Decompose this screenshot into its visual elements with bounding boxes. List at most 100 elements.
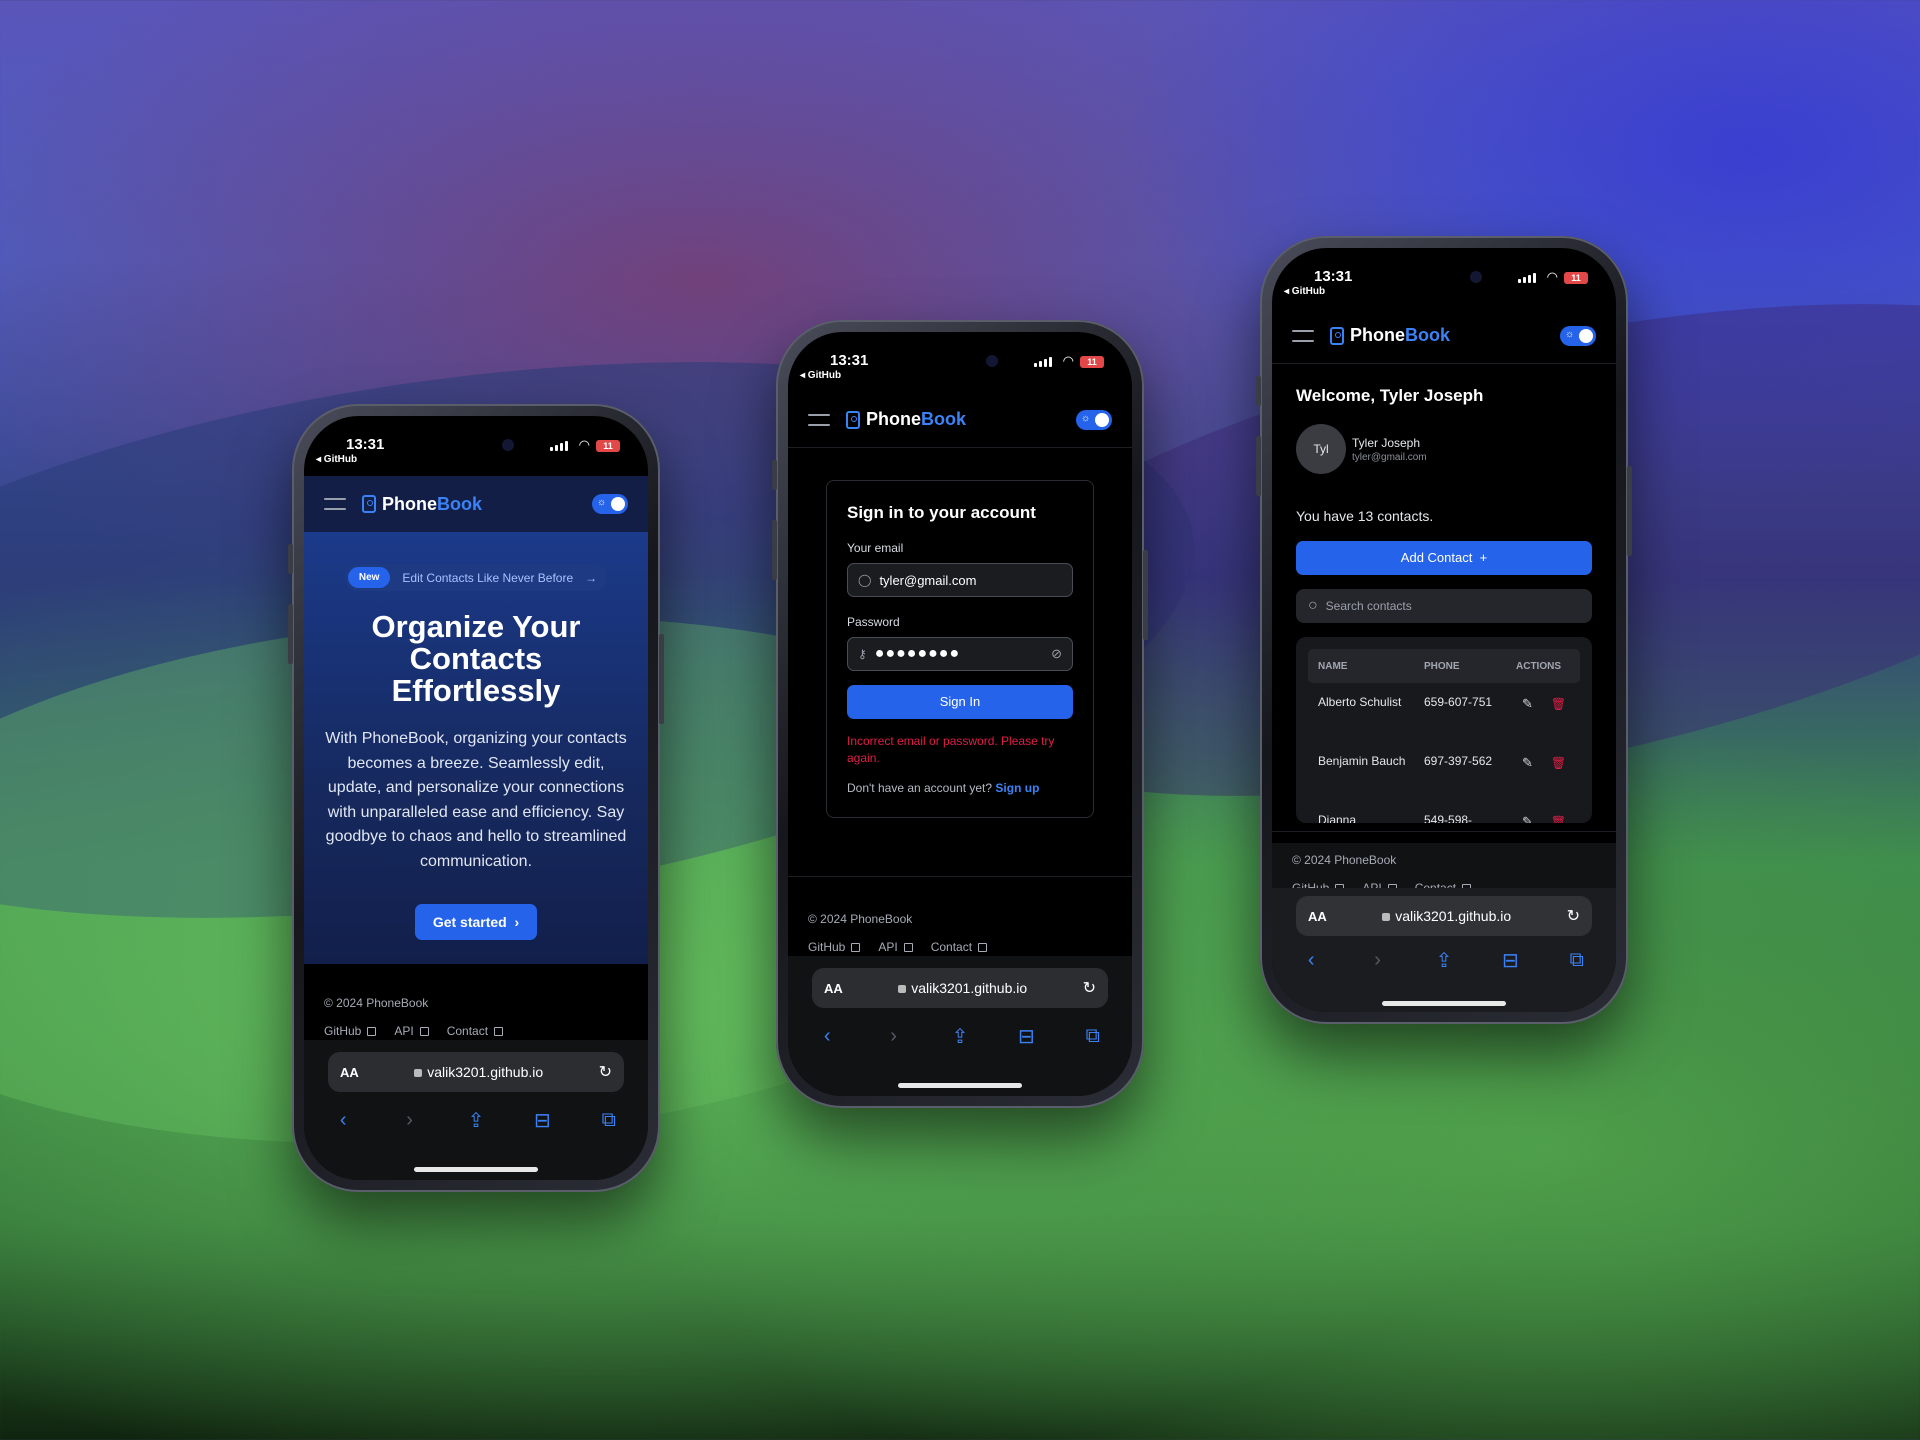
footer-link-contact[interactable]: Contact bbox=[447, 1024, 504, 1038]
contact-name: Alberto Schulist bbox=[1318, 695, 1402, 709]
share-icon[interactable]: ⇪ bbox=[945, 1024, 975, 1049]
menu-icon[interactable] bbox=[1292, 329, 1314, 342]
sign-in-button[interactable]: Sign In bbox=[847, 685, 1073, 719]
tabs-icon[interactable]: ⧉ bbox=[594, 1109, 624, 1132]
tabs-icon[interactable]: ⧉ bbox=[1078, 1025, 1108, 1048]
logo[interactable]: Phone Book bbox=[362, 494, 482, 515]
theme-toggle[interactable]: ☼ bbox=[1076, 409, 1112, 430]
status-time: 13:31 bbox=[830, 352, 869, 369]
safari-toolbar: AA valik3201.github.io ↻ ‹ › ⇪ ⊟ ⧉ bbox=[788, 956, 1132, 1096]
external-link-icon bbox=[978, 942, 988, 952]
reader-aa-button[interactable]: AA bbox=[1308, 909, 1327, 924]
wifi-icon: ◠ bbox=[1062, 353, 1074, 368]
share-icon[interactable]: ⇪ bbox=[461, 1108, 491, 1133]
sun-icon: ☼ bbox=[1565, 328, 1575, 340]
theme-toggle[interactable]: ☼ bbox=[592, 494, 628, 514]
reader-aa-button[interactable]: AA bbox=[824, 981, 843, 996]
get-started-button[interactable]: Get started › bbox=[414, 904, 538, 940]
edit-pencil-icon[interactable]: ✎ bbox=[1522, 813, 1533, 823]
url-text: valik3201.github.io bbox=[427, 1064, 544, 1080]
eye-off-icon[interactable]: ⊘ bbox=[1051, 646, 1062, 662]
phone-landing: 13:31 ◂ GitHub ◠ 11 Phone Book ☼ New Edit… bbox=[288, 404, 664, 1192]
sign-up-link[interactable]: Sign up bbox=[995, 781, 1039, 795]
theme-toggle[interactable]: ☼ bbox=[1560, 325, 1596, 346]
back-arrow-icon[interactable]: ‹ bbox=[1296, 949, 1326, 972]
address-bar[interactable]: AA valik3201.github.io ↻ bbox=[812, 968, 1108, 1008]
contact-book-icon bbox=[1330, 326, 1344, 345]
email-field[interactable]: ◯ tyler@gmail.com bbox=[847, 563, 1073, 597]
footer-link-api[interactable]: API bbox=[394, 1024, 429, 1038]
address-bar[interactable]: AA valik3201.github.io ↻ bbox=[328, 1052, 624, 1092]
logo-text-book: Book bbox=[921, 409, 967, 429]
menu-icon[interactable] bbox=[808, 413, 830, 426]
home-indicator bbox=[1382, 1001, 1506, 1006]
footer-link-label: GitHub bbox=[808, 940, 846, 954]
contact-name: Dianna bbox=[1318, 813, 1357, 823]
sun-icon: ☼ bbox=[597, 497, 607, 508]
edit-pencil-icon[interactable]: ✎ bbox=[1522, 695, 1533, 713]
tabs-icon[interactable]: ⧉ bbox=[1562, 949, 1592, 972]
column-header-name: NAME bbox=[1318, 660, 1348, 672]
password-field[interactable]: ⚷ ●●●●●●●● ⊘ bbox=[847, 637, 1073, 671]
footer-link-api[interactable]: API bbox=[878, 940, 913, 954]
trash-icon[interactable]: 🗑 bbox=[1551, 813, 1566, 823]
user-email: tyler@gmail.com bbox=[1352, 451, 1427, 463]
logo-text-phone: Phone bbox=[1350, 325, 1406, 345]
table-row: Dianna 549-598- ✎ 🗑 bbox=[1308, 811, 1580, 823]
error-message: Incorrect email or password. Please try … bbox=[847, 734, 1055, 765]
footer-link-contact[interactable]: Contact bbox=[931, 940, 988, 954]
reload-icon[interactable]: ↻ bbox=[1083, 978, 1096, 998]
footer-link-github[interactable]: GitHub bbox=[324, 1024, 377, 1038]
contact-name: Benjamin Bauch bbox=[1318, 754, 1406, 768]
url-text: valik3201.github.io bbox=[911, 980, 1028, 996]
screen: 13:31 ◂ GitHub ◠ 11 Phone Book ☼ New Edit… bbox=[304, 416, 648, 1180]
battery-icon: 11 bbox=[596, 440, 620, 452]
share-icon[interactable]: ⇪ bbox=[1429, 948, 1459, 973]
reload-icon[interactable]: ↻ bbox=[1567, 906, 1580, 926]
announcement-banner[interactable]: New Edit Contacts Like Never Before → bbox=[344, 564, 608, 591]
forward-arrow-icon[interactable]: › bbox=[879, 1025, 909, 1048]
menu-icon[interactable] bbox=[324, 498, 346, 510]
external-link-icon bbox=[419, 1026, 429, 1036]
back-to-app-link[interactable]: ◂ GitHub bbox=[316, 454, 357, 465]
back-arrow-icon[interactable]: ‹ bbox=[328, 1109, 358, 1132]
logo[interactable]: Phone Book bbox=[846, 409, 966, 430]
status-time: 13:31 bbox=[1314, 268, 1353, 285]
logo[interactable]: Phone Book bbox=[1330, 325, 1450, 346]
external-link-icon bbox=[903, 942, 913, 952]
footer-link-label: API bbox=[394, 1024, 414, 1038]
search-input[interactable]: ○ Search contacts bbox=[1296, 589, 1592, 623]
address-bar[interactable]: AA valik3201.github.io ↻ bbox=[1296, 896, 1592, 936]
footer-link-github[interactable]: GitHub bbox=[808, 940, 861, 954]
bookmarks-icon[interactable]: ⊟ bbox=[1011, 1024, 1041, 1049]
battery-icon: 11 bbox=[1564, 272, 1588, 284]
logo-text-phone: Phone bbox=[382, 493, 438, 514]
reader-aa-button[interactable]: AA bbox=[340, 1065, 359, 1080]
navbar: Phone Book ☼ bbox=[1272, 308, 1616, 364]
add-contact-button[interactable]: Add Contact + bbox=[1296, 541, 1592, 575]
lock-icon bbox=[1382, 913, 1391, 921]
contacts-table: NAME PHONE ACTIONS Alberto Schulist 659-… bbox=[1296, 637, 1592, 823]
back-to-app-link[interactable]: ◂ GitHub bbox=[800, 370, 841, 381]
contact-book-icon bbox=[362, 495, 376, 513]
reload-icon[interactable]: ↻ bbox=[599, 1062, 612, 1082]
welcome-heading: Welcome, Tyler Joseph bbox=[1296, 386, 1484, 405]
password-value: ●●●●●●●● bbox=[874, 645, 961, 662]
phone-contacts: 13:31 ◂ GitHub ◠ 11 Phone Book ☼ Welcome,… bbox=[1256, 236, 1632, 1024]
battery-icon: 11 bbox=[1080, 356, 1104, 368]
search-placeholder: Search contacts bbox=[1325, 599, 1412, 613]
edit-pencil-icon[interactable]: ✎ bbox=[1522, 754, 1533, 772]
bookmarks-icon[interactable]: ⊟ bbox=[1495, 948, 1525, 973]
forward-arrow-icon[interactable]: › bbox=[395, 1109, 425, 1132]
back-to-app-link[interactable]: ◂ GitHub bbox=[1284, 286, 1325, 297]
footer-link-label: GitHub bbox=[324, 1024, 362, 1038]
navbar: Phone Book ☼ bbox=[788, 392, 1132, 448]
hero-section: New Edit Contacts Like Never Before → Or… bbox=[304, 532, 648, 964]
bookmarks-icon[interactable]: ⊟ bbox=[527, 1108, 557, 1133]
back-arrow-icon[interactable]: ‹ bbox=[812, 1025, 842, 1048]
lock-icon bbox=[414, 1069, 423, 1077]
trash-icon[interactable]: 🗑 bbox=[1551, 695, 1566, 713]
forward-arrow-icon[interactable]: › bbox=[1363, 949, 1393, 972]
home-indicator bbox=[898, 1083, 1022, 1088]
trash-icon[interactable]: 🗑 bbox=[1551, 754, 1566, 772]
